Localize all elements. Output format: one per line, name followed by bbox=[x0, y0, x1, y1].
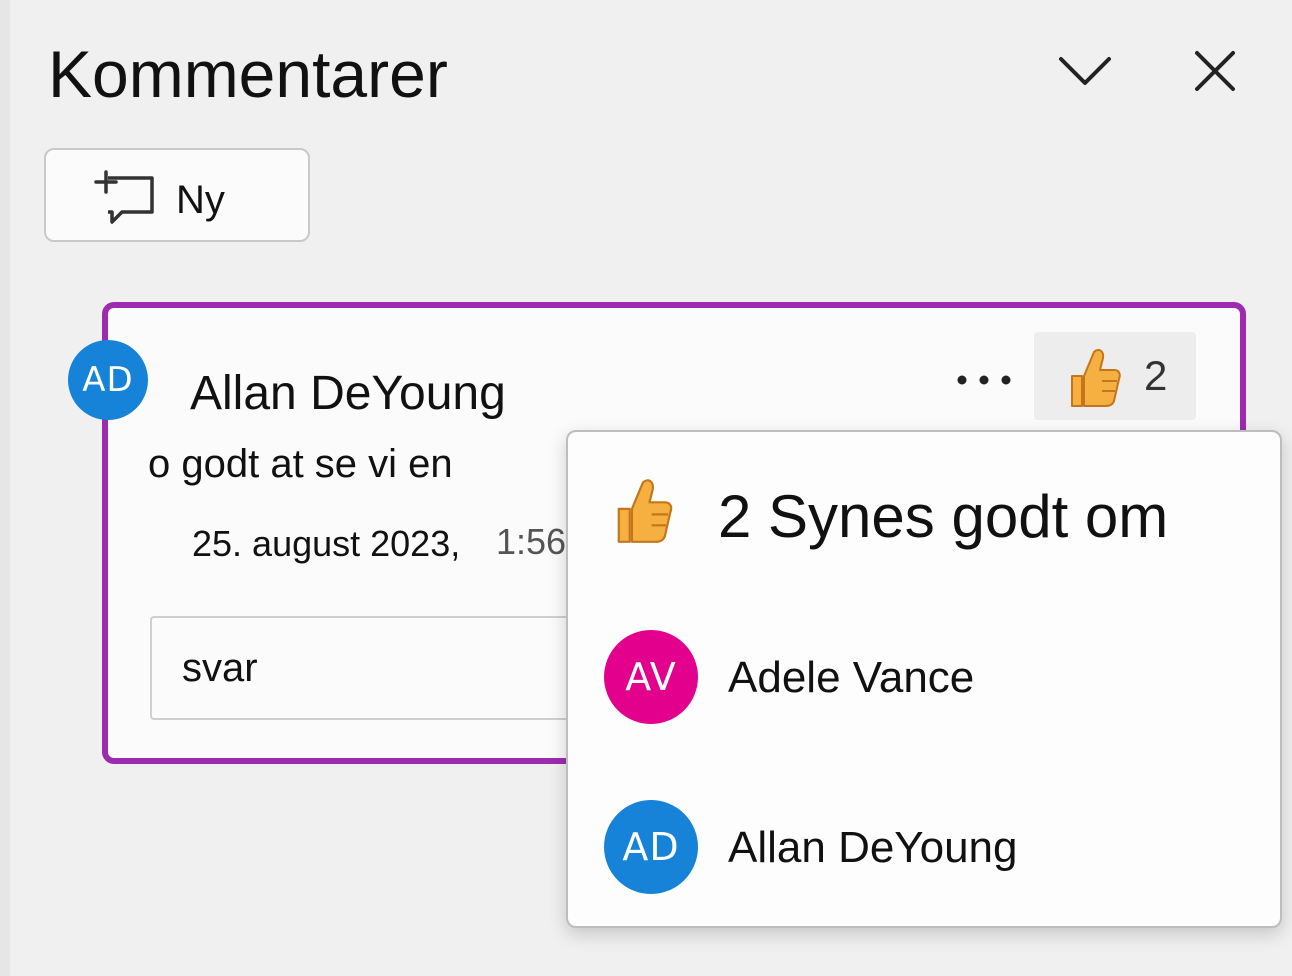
likes-heading: 2 Synes godt om bbox=[718, 483, 1169, 550]
panel-title: Kommentarer bbox=[48, 37, 448, 111]
avatar: AD bbox=[68, 340, 148, 420]
more-icon bbox=[957, 375, 1011, 385]
like-count: 2 bbox=[1144, 352, 1168, 399]
close-button[interactable] bbox=[1180, 36, 1250, 106]
comment-text: o godt at se vi en bbox=[148, 442, 453, 486]
chevron-down-icon bbox=[1059, 57, 1111, 85]
comment-date: 25. august 2023, bbox=[192, 523, 461, 564]
new-comment-label: Ny bbox=[176, 178, 225, 222]
comment-time: 1:56 bbox=[496, 521, 567, 562]
like-button[interactable]: 2 bbox=[1034, 332, 1196, 420]
comment-author: Allan DeYoung bbox=[190, 367, 506, 420]
liker-item[interactable]: AV Adele Vance bbox=[604, 630, 1244, 730]
liker-item[interactable]: AD Allan DeYoung bbox=[604, 800, 1244, 900]
close-icon bbox=[1195, 51, 1235, 91]
new-comment-button[interactable]: Ny bbox=[44, 148, 310, 242]
collapse-button[interactable] bbox=[1050, 36, 1120, 106]
likes-popup: 2 Synes godt om AV Adele Vance AD Allan … bbox=[566, 430, 1282, 928]
avatar: AD bbox=[604, 800, 698, 894]
new-comment-icon bbox=[94, 170, 154, 224]
more-options-button[interactable] bbox=[944, 352, 1024, 408]
thumbs-up-icon bbox=[1071, 349, 1121, 407]
avatar: AV bbox=[604, 630, 698, 724]
panel-edge bbox=[0, 0, 10, 976]
thumbs-up-icon bbox=[617, 479, 673, 543]
comments-panel: Kommentarer Ny AD Allan DeYoung 2 o godt… bbox=[0, 0, 1292, 976]
liker-name: Allan DeYoung bbox=[728, 823, 1018, 872]
liker-name: Adele Vance bbox=[728, 653, 975, 702]
reply-input[interactable] bbox=[150, 616, 590, 720]
